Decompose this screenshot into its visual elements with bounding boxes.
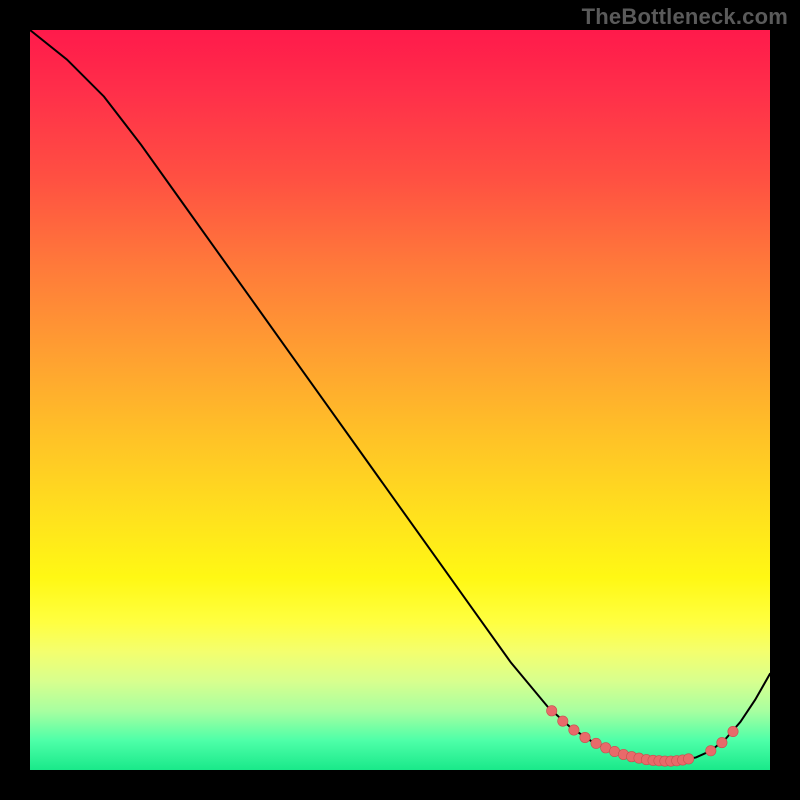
data-points xyxy=(547,706,739,767)
curve-layer xyxy=(30,30,770,770)
chart-frame: TheBottleneck.com xyxy=(0,0,800,800)
data-point xyxy=(728,726,738,736)
data-point xyxy=(706,746,716,756)
plot-area xyxy=(30,30,770,770)
data-point xyxy=(547,706,557,716)
bottleneck-curve xyxy=(30,30,770,761)
data-point xyxy=(717,737,727,747)
data-point xyxy=(591,738,601,748)
data-point xyxy=(580,732,590,742)
data-point xyxy=(558,716,568,726)
data-point xyxy=(569,725,579,735)
watermark-text: TheBottleneck.com xyxy=(582,4,788,30)
data-point xyxy=(683,754,693,764)
